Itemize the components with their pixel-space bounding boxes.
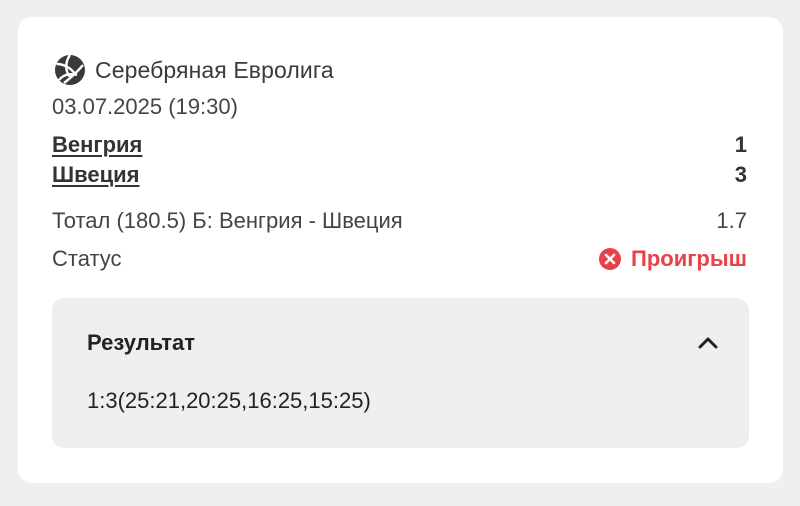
result-panel: Результат 1:3(25:21,20:25,16:25,15:25) xyxy=(52,298,749,448)
status-row: Статус Проигрыш xyxy=(52,246,747,272)
home-team-score: 1 xyxy=(734,132,747,157)
result-score-detail: 1:3(25:21,20:25,16:25,15:25) xyxy=(87,388,371,413)
volleyball-icon xyxy=(52,52,88,88)
bet-row: Тотал (180.5) Б: Венгрия - Швеция 1.7 xyxy=(52,208,747,234)
status-badge: Проигрыш xyxy=(598,246,747,272)
away-team-link[interactable]: Швеция xyxy=(52,162,139,188)
bet-card: Серебряная Евролига 03.07.2025 (19:30) В… xyxy=(18,17,783,483)
league-header: Серебряная Евролига xyxy=(52,52,334,88)
close-circle-icon xyxy=(598,247,622,271)
league-name: Серебряная Евролига xyxy=(95,56,334,83)
chevron-up-icon[interactable] xyxy=(695,330,721,356)
status-value: Проигрыш xyxy=(631,246,747,271)
match-datetime: 03.07.2025 (19:30) xyxy=(52,94,238,119)
bet-odds: 1.7 xyxy=(716,208,747,233)
bet-description: Тотал (180.5) Б: Венгрия - Швеция xyxy=(52,208,403,233)
away-team-score: 3 xyxy=(734,162,747,187)
status-label: Статус xyxy=(52,246,122,271)
result-title: Результат xyxy=(87,330,196,355)
home-team-link[interactable]: Венгрия xyxy=(52,132,142,158)
